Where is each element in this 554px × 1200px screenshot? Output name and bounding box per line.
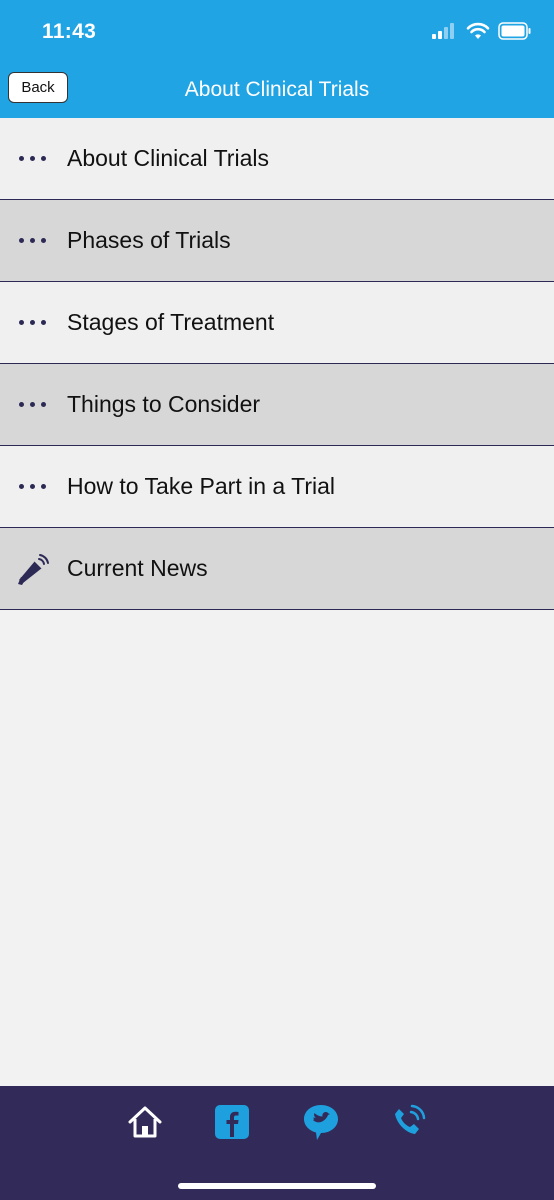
status-time: 11:43 [42,20,97,43]
wifi-icon [466,22,490,45]
menu-item-label: Current News [67,555,208,581]
dots-icon [0,118,66,199]
status-icons [432,21,532,45]
megaphone-icon [0,528,66,609]
menu-item-phases-of-trials[interactable]: Phases of Trials [0,200,554,282]
menu-item-label: How to Take Part in a Trial [67,473,336,499]
facebook-icon[interactable] [213,1103,251,1141]
menu-item-how-to-take-part[interactable]: How to Take Part in a Trial [0,446,554,528]
dots-icon [0,364,66,445]
menu-item-label: Stages of Treatment [67,309,275,335]
phone-icon[interactable] [390,1103,428,1141]
menu-item-about-clinical-trials[interactable]: About Clinical Trials [0,118,554,200]
menu-item-label: Things to Consider [67,391,261,417]
twitter-icon[interactable] [302,1103,340,1141]
nav-bar: Back About Clinical Trials [0,64,554,118]
menu-item-things-to-consider[interactable]: Things to Consider [0,364,554,446]
home-indicator [178,1183,376,1189]
signal-icon [432,22,458,44]
menu-list: About Clinical Trials Phases of Trials S… [0,118,554,610]
menu-item-label: About Clinical Trials [67,145,269,171]
page-title: About Clinical Trials [184,78,370,101]
dots-icon [0,282,66,363]
menu-item-label: Phases of Trials [67,227,231,253]
menu-item-current-news[interactable]: Current News [0,528,554,610]
home-icon[interactable] [126,1103,164,1141]
menu-item-stages-of-treatment[interactable]: Stages of Treatment [0,282,554,364]
dots-icon [0,446,66,527]
battery-icon [498,21,532,45]
dots-icon [0,200,66,281]
status-bar: 11:43 [0,0,554,64]
